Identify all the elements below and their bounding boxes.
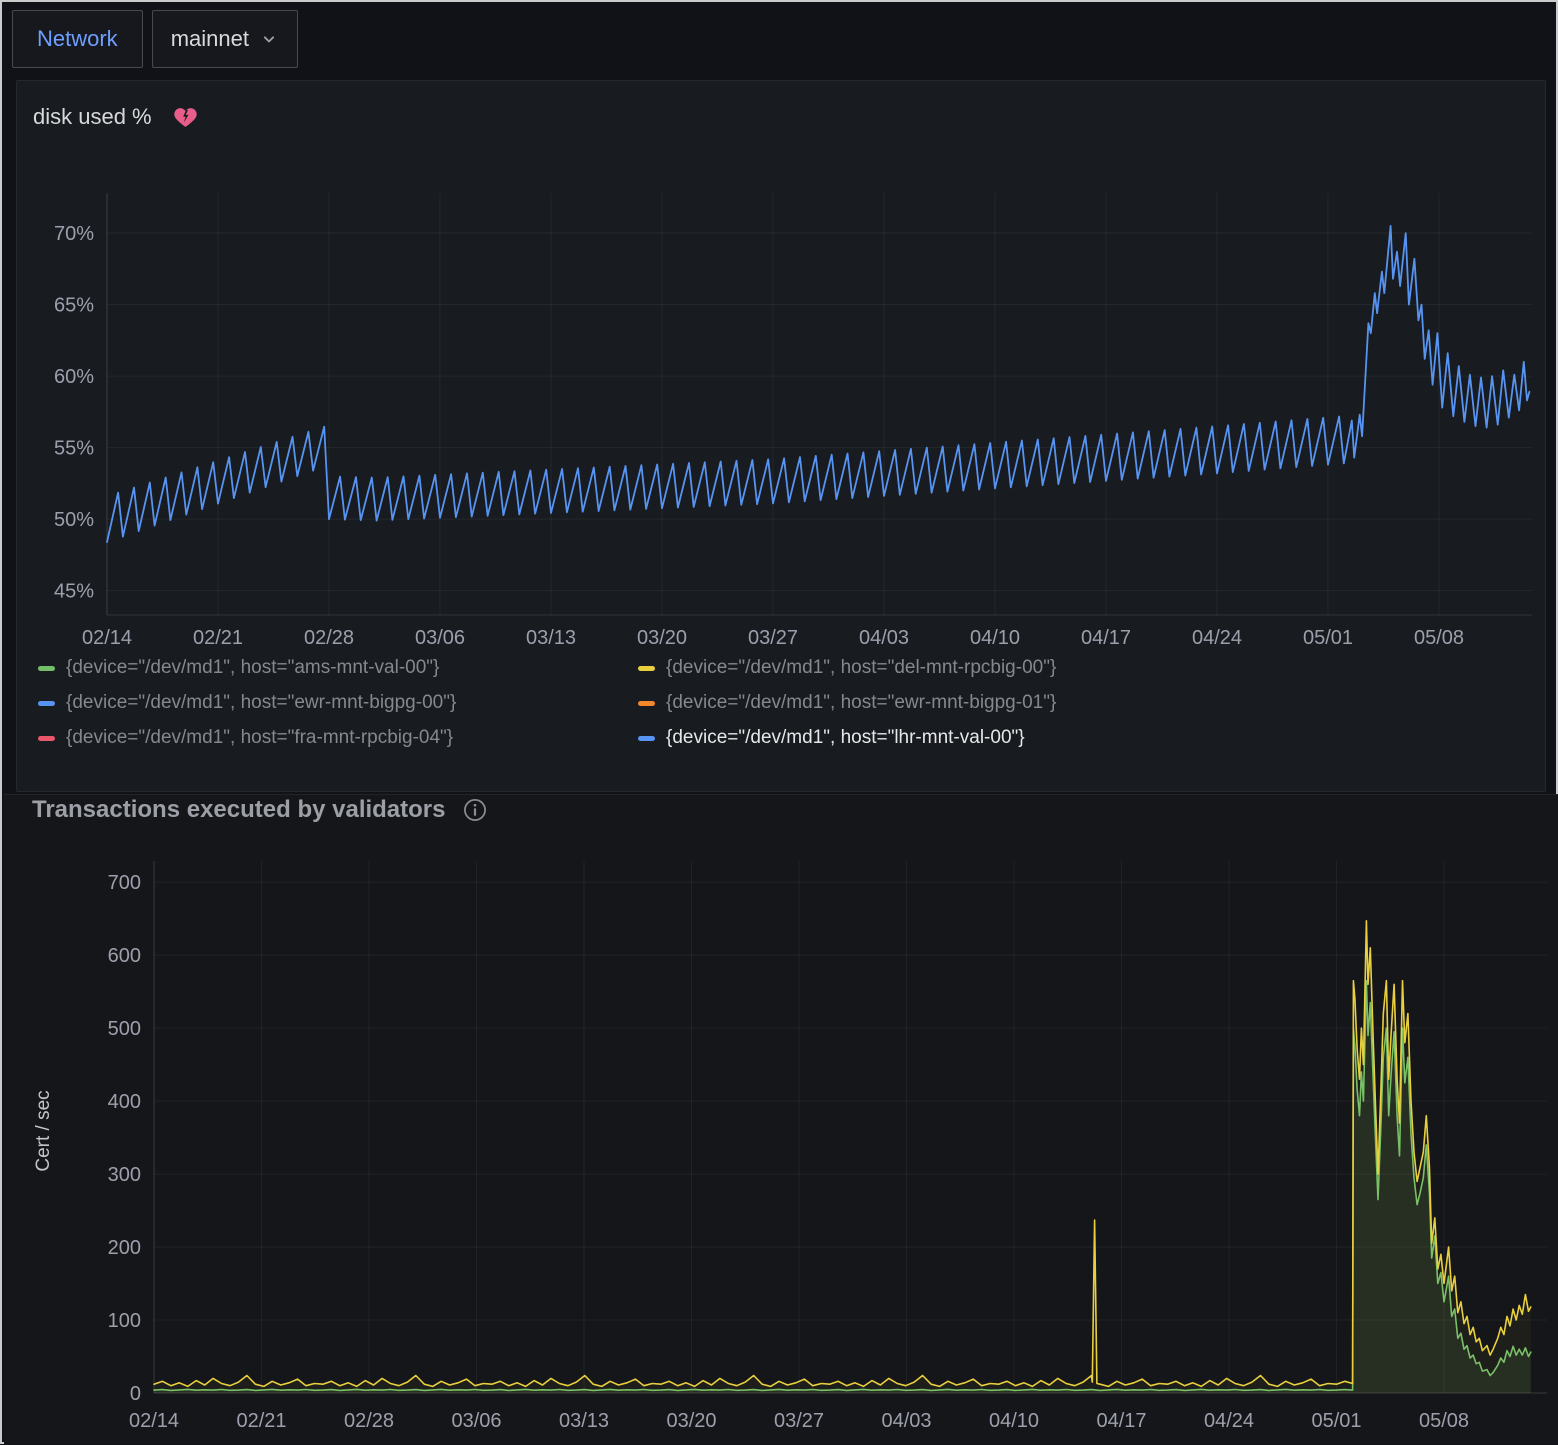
legend-item[interactable]: {device="/dev/md1", host="ewr-mnt-bigpg-… [638, 692, 1518, 714]
legend-series-color [638, 666, 655, 671]
legend-series-label: {device="/dev/md1", host="lhr-mnt-val-00… [666, 727, 1025, 749]
x-axis-tick-label: 05/01 [1303, 627, 1353, 648]
legend-series-color [38, 736, 55, 741]
y-axis-tick-label: 65% [54, 295, 94, 317]
x-axis-tick-label: 03/06 [415, 627, 465, 648]
legend-series-label: {device="/dev/md1", host="fra-mnt-rpcbig… [66, 727, 453, 749]
x-axis-tick-label: 03/20 [666, 1410, 716, 1432]
transactions-panel-title[interactable]: Transactions executed by validators [32, 796, 446, 824]
disk-used-panel-title[interactable]: disk used % [33, 104, 152, 130]
grafana-dashboard: { "header": { "network_label": "Network"… [0, 0, 1558, 1444]
legend-item[interactable]: {device="/dev/md1", host="lhr-mnt-val-00… [638, 727, 1518, 749]
disk-used-chart[interactable]: 02/14 02/21 02/28 03/06 03/13 03/20 03/27 04/03… [16, 188, 1546, 648]
heartbreak-alert-icon [172, 103, 199, 130]
series-area-fill [154, 981, 1531, 1393]
legend-series-label: {device="/dev/md1", host="ams-mnt-val-00… [66, 657, 439, 679]
x-axis-tick-label: 04/24 [1204, 1410, 1254, 1432]
x-axis-tick-label: 04/10 [970, 627, 1020, 648]
x-axis-tick-label: 04/24 [1192, 627, 1242, 648]
legend-item[interactable]: {device="/dev/md1", host="ams-mnt-val-00… [38, 657, 638, 679]
x-axis-tick-label: 04/17 [1081, 627, 1131, 648]
series-line [107, 226, 1529, 542]
legend-series-label: {device="/dev/md1", host="ewr-mnt-bigpg-… [66, 692, 456, 714]
disk-used-legend: {device="/dev/md1", host="ams-mnt-val-00… [38, 657, 1518, 749]
disk-used-panel: disk used % 02/14 02/21 02/28 03/06 03/13 03/… [16, 80, 1546, 792]
x-axis-tick-label: 03/20 [637, 627, 687, 648]
series-line [154, 921, 1531, 1387]
x-axis-tick-label: 04/10 [989, 1410, 1039, 1432]
legend-item[interactable]: {device="/dev/md1", host="fra-mnt-rpcbig… [38, 727, 638, 749]
x-axis-tick-label: 02/28 [344, 1410, 394, 1432]
legend-series-color [638, 701, 655, 706]
x-axis-tick-label: 04/03 [859, 627, 909, 648]
y-axis-tick-label: 400 [108, 1091, 141, 1113]
transactions-panel: Transactions executed by validators Cert… [4, 794, 1558, 1444]
legend-item[interactable]: {device="/dev/md1", host="del-mnt-rpcbig… [638, 657, 1518, 679]
network-variable-label[interactable]: Network [12, 10, 143, 68]
y-axis-tick-label: 200 [108, 1237, 141, 1259]
y-axis-tick-label: 45% [54, 581, 94, 603]
y-axis-tick-label: 600 [108, 945, 141, 967]
x-axis-tick-label: 05/08 [1419, 1410, 1469, 1432]
legend-series-label: {device="/dev/md1", host="ewr-mnt-bigpg-… [666, 692, 1056, 714]
chevron-down-icon [259, 29, 279, 49]
y-axis-tick-label: 300 [108, 1164, 141, 1186]
transactions-chart[interactable]: 02/14 02/21 02/28 03/06 03/13 03/20 03/27 04/03… [4, 853, 1558, 1445]
info-circle-icon[interactable] [462, 797, 488, 823]
legend-item[interactable]: {device="/dev/md1", host="ewr-mnt-bigpg-… [38, 692, 638, 714]
x-axis-tick-label: 02/14 [82, 627, 132, 648]
y-axis-tick-label: 70% [54, 223, 94, 245]
series-line [154, 981, 1531, 1391]
x-axis-tick-label: 05/08 [1414, 627, 1464, 648]
x-axis-tick-label: 03/27 [748, 627, 798, 648]
network-variable-dropdown[interactable]: mainnet [152, 10, 298, 68]
y-axis-tick-label: 50% [54, 509, 94, 531]
y-axis-tick-label: 60% [54, 366, 94, 388]
y-axis-tick-label: 500 [108, 1018, 141, 1040]
legend-series-color [638, 736, 655, 741]
x-axis-tick-label: 03/06 [451, 1410, 501, 1432]
legend-series-color [38, 701, 55, 706]
y-axis-tick-label: 0 [130, 1383, 141, 1405]
series-area-fill [154, 921, 1531, 1393]
y-axis-tick-label: 700 [108, 872, 141, 894]
y-axis-tick-label: 100 [108, 1310, 141, 1332]
x-axis-tick-label: 03/13 [526, 627, 576, 648]
x-axis-tick-label: 04/03 [881, 1410, 931, 1432]
x-axis-tick-label: 02/14 [129, 1410, 179, 1432]
x-axis-tick-label: 03/13 [559, 1410, 609, 1432]
x-axis-tick-label: 04/17 [1096, 1410, 1146, 1432]
legend-series-color [38, 666, 55, 671]
x-axis-tick-label: 05/01 [1311, 1410, 1361, 1432]
x-axis-tick-label: 03/27 [774, 1410, 824, 1432]
network-variable-value: mainnet [171, 26, 249, 52]
y-axis-tick-label: 55% [54, 438, 94, 460]
x-axis-tick-label: 02/21 [193, 627, 243, 648]
x-axis-tick-label: 02/21 [236, 1410, 286, 1432]
x-axis-tick-label: 02/28 [304, 627, 354, 648]
legend-series-label: {device="/dev/md1", host="del-mnt-rpcbig… [666, 657, 1056, 679]
dashboard-variable-controls: Network mainnet [12, 10, 298, 68]
